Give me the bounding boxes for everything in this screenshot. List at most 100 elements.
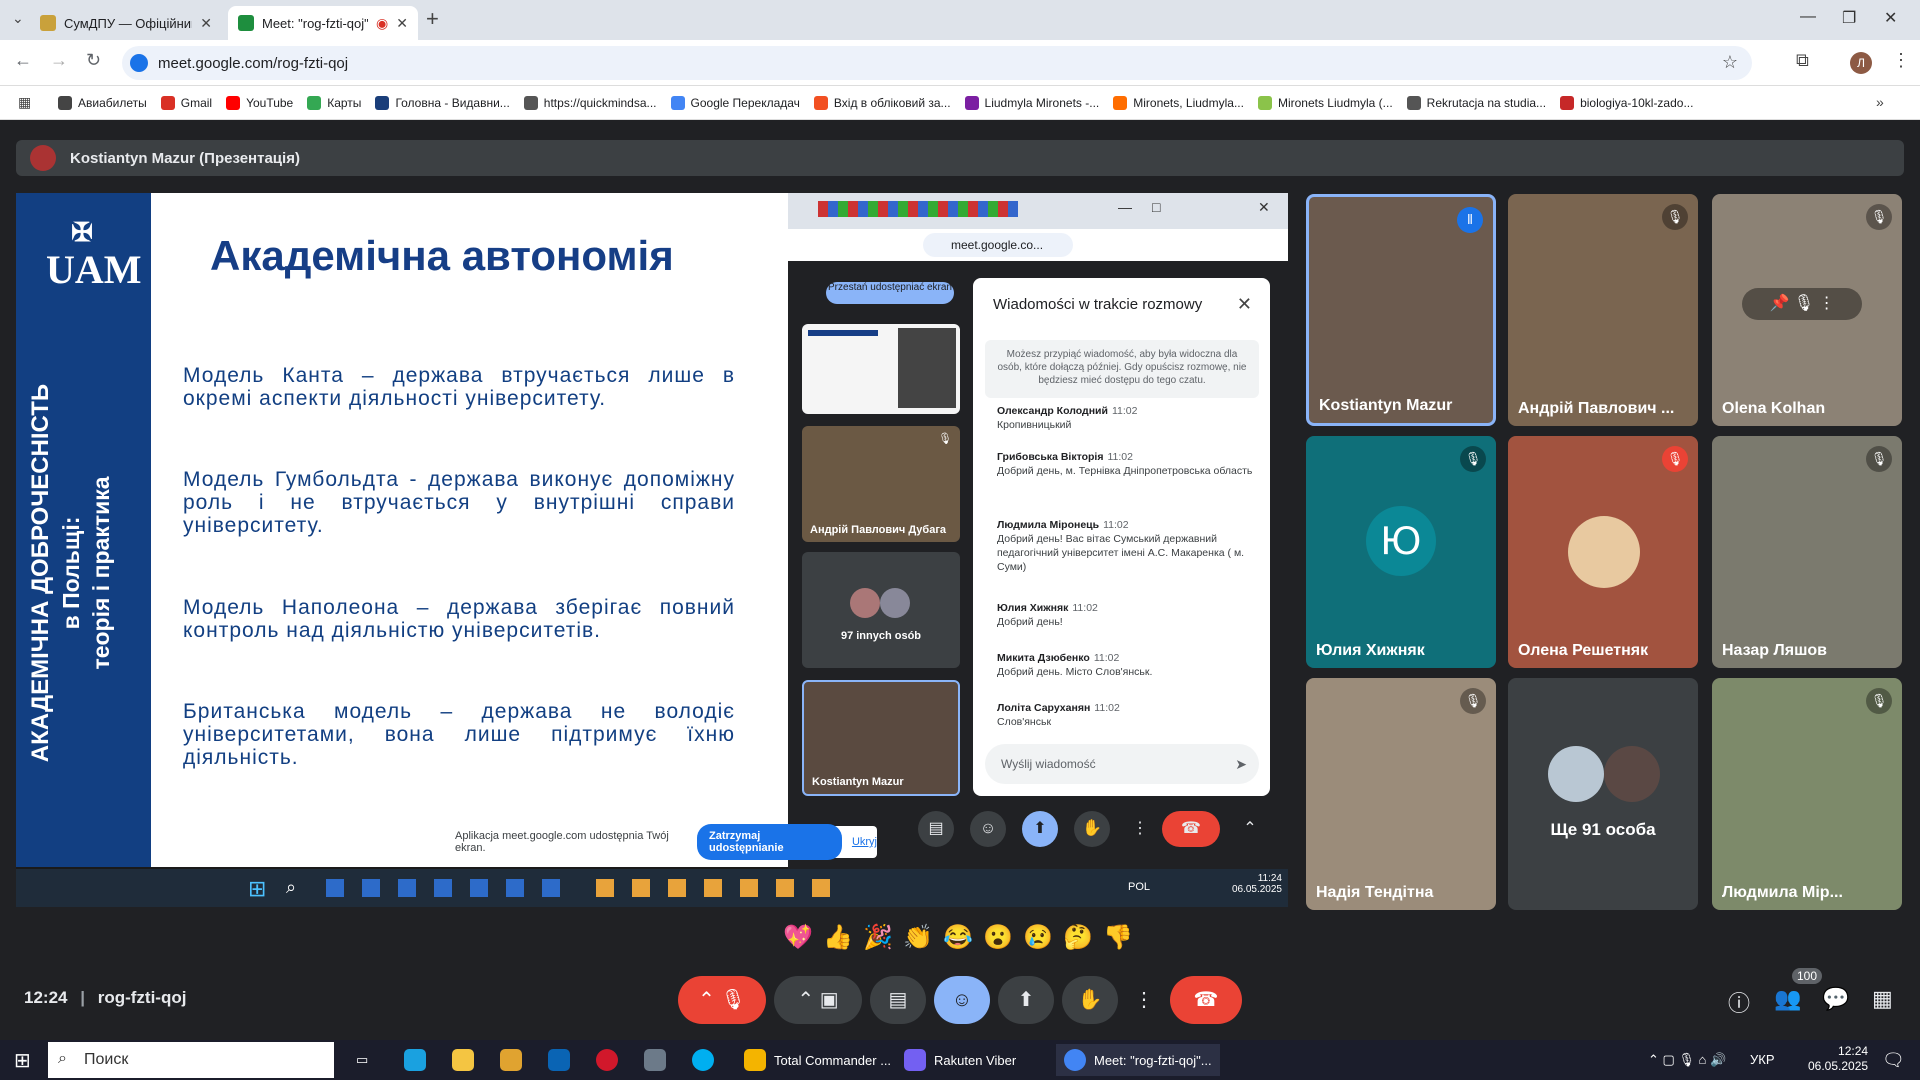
- site-favicon-icon: [40, 15, 56, 31]
- reaction-bar: 💖 👍 🎉 👏 😂 😮 😢 🤔 👎: [780, 920, 1140, 960]
- new-tab-icon[interactable]: +: [426, 6, 439, 32]
- reload-icon[interactable]: ↻: [86, 50, 101, 71]
- chat-input: Wyślij wiadomość ➤: [985, 744, 1259, 784]
- taskbar-app-chrome[interactable]: Meet: "rog-fzti-qoj"...: [1056, 1044, 1220, 1076]
- chevron-up-icon: ⌃: [1243, 820, 1257, 837]
- forward-icon[interactable]: →: [50, 50, 68, 71]
- more-bookmarks-icon[interactable]: »: [1876, 94, 1884, 110]
- taskbar-search[interactable]: ⌕ Поиск: [48, 1042, 334, 1078]
- store-icon[interactable]: [492, 1044, 530, 1076]
- restore-icon[interactable]: ❐: [1842, 8, 1856, 28]
- people-icon[interactable]: 👥: [1774, 986, 1801, 1012]
- bookmark[interactable]: YouTube: [226, 95, 293, 110]
- reaction-heart[interactable]: 💖: [780, 920, 816, 956]
- inner-tile-others: 97 innych osób: [802, 552, 960, 668]
- activities-icon[interactable]: ▦: [1872, 986, 1893, 1012]
- participant-tile[interactable]: 🎙 Андрій Павлович ...: [1508, 194, 1698, 426]
- viber-icon: [904, 1049, 926, 1071]
- bookmark[interactable]: Вхід в обліковий за...: [813, 95, 951, 110]
- outlook-icon[interactable]: [540, 1044, 578, 1076]
- reaction-sad[interactable]: 😢: [1020, 920, 1056, 956]
- close-tab-icon[interactable]: ✕: [200, 15, 212, 32]
- reactions-button[interactable]: ☺: [934, 976, 990, 1024]
- camera-toggle-button[interactable]: ⌃ ▣: [774, 976, 862, 1024]
- presenter-avatar: [30, 145, 56, 171]
- participant-tile[interactable]: 🎙 Назар Ляшов: [1712, 436, 1902, 668]
- opera-icon[interactable]: [588, 1044, 626, 1076]
- participant-tile[interactable]: 🎙 Ю Юлия Хижняк: [1306, 436, 1496, 668]
- tray-icons[interactable]: ⌃ ▢ 🎙 ⌂ 🔊: [1648, 1052, 1726, 1068]
- taskbar-app-total-commander[interactable]: Total Commander ...: [736, 1044, 899, 1076]
- bookmark[interactable]: Mironets, Liudmyla...: [1113, 95, 1244, 110]
- present-button[interactable]: ⬆: [998, 976, 1054, 1024]
- captions-icon: ▤: [918, 811, 954, 847]
- reaction-thumbs-up[interactable]: 👍: [820, 920, 856, 956]
- reaction-thinking[interactable]: 🤔: [1060, 920, 1096, 956]
- minimize-icon[interactable]: —: [1800, 8, 1816, 26]
- tab-meet[interactable]: Meet: "rog-fzti-qoj" ◉ ✕: [228, 6, 418, 40]
- task-view-icon[interactable]: ▭: [348, 1044, 376, 1076]
- tab-search-icon[interactable]: ⌄: [12, 10, 24, 27]
- bookmark[interactable]: Авиабилеты: [58, 95, 147, 110]
- bookmark[interactable]: Головна - Видавни...: [375, 95, 510, 110]
- globe-icon: [1406, 95, 1421, 110]
- leave-call-button[interactable]: ☎: [1170, 976, 1242, 1024]
- captions-button[interactable]: ▤: [870, 976, 926, 1024]
- participant-tile-others[interactable]: Ще 91 особа: [1508, 678, 1698, 910]
- more-options-button[interactable]: ⋮: [1126, 976, 1162, 1024]
- calculator-icon[interactable]: [636, 1044, 674, 1076]
- bookmark[interactable]: Rekrutacja na studia...: [1406, 95, 1546, 110]
- meeting-details-icon[interactable]: ⓘ: [1728, 986, 1750, 1018]
- chat-message: Олександр Колодний 11:02 Кропивницький: [997, 405, 1138, 431]
- language-indicator[interactable]: УКР: [1750, 1052, 1775, 1067]
- bookmark[interactable]: Gmail: [160, 95, 212, 110]
- reaction-laugh[interactable]: 😂: [940, 920, 976, 956]
- reaction-thumbs-down[interactable]: 👎: [1100, 920, 1136, 956]
- extensions-icon[interactable]: ⧉: [1796, 50, 1809, 71]
- chat-icon[interactable]: 💬: [1822, 986, 1849, 1012]
- bookmark[interactable]: Google Перекладач: [670, 95, 800, 110]
- edge-icon[interactable]: [396, 1044, 434, 1076]
- bookmark-star-icon[interactable]: ☆: [1722, 52, 1738, 73]
- participant-tile[interactable]: ⦀ Kostiantyn Mazur: [1306, 194, 1496, 426]
- participant-tile[interactable]: 🎙 Людмила Мір...: [1712, 678, 1902, 910]
- raise-hand-button[interactable]: ✋: [1062, 976, 1118, 1024]
- windows-start-icon[interactable]: ⊞: [14, 1048, 31, 1073]
- bookmark[interactable]: https://quickmindsa...: [523, 95, 657, 110]
- apps-grid-icon[interactable]: ▦: [18, 94, 31, 111]
- participant-tile[interactable]: 🎙 Надія Тендітна: [1306, 678, 1496, 910]
- site-info-icon[interactable]: [130, 54, 148, 72]
- tile-hover-actions[interactable]: 📌 🎙 ⋮: [1742, 288, 1862, 320]
- inner-tile-presentation: [802, 324, 960, 414]
- chat-message: Людмила Міронець 11:02 Добрий день! Вас ві…: [997, 519, 1245, 573]
- reaction-clap[interactable]: 👏: [900, 920, 936, 956]
- mic-toggle-button[interactable]: ⌃ 🎙: [678, 976, 766, 1024]
- taskbar-app-viber[interactable]: Rakuten Viber: [896, 1044, 1024, 1076]
- close-tab-icon[interactable]: ✕: [396, 15, 408, 32]
- reaction-party[interactable]: 🎉: [860, 920, 896, 956]
- reaction-surprised[interactable]: 😮: [980, 920, 1016, 956]
- participant-tile[interactable]: 🎙 Олена Решетняк: [1508, 436, 1698, 668]
- profile-avatar[interactable]: Л: [1850, 52, 1872, 74]
- bookmark[interactable]: Liudmyla Mironets -...: [964, 95, 1099, 110]
- skype-icon[interactable]: [684, 1044, 722, 1076]
- url-input[interactable]: meet.google.com/rog-fzti-qoj ☆: [122, 46, 1752, 80]
- participant-tile[interactable]: 🎙 📌 🎙 ⋮ Olena Kolhan: [1712, 194, 1902, 426]
- bookmark[interactable]: Mironets Liudmyla (...: [1257, 95, 1393, 110]
- mic-off-icon: 🎙: [1460, 446, 1486, 472]
- back-icon[interactable]: ←: [14, 50, 32, 71]
- tab-sumdpu[interactable]: СумДПУ — Офіційний сайт Су ✕: [30, 6, 222, 40]
- close-window-icon[interactable]: ✕: [1884, 8, 1897, 28]
- bookmark-icon: [58, 95, 72, 110]
- system-clock[interactable]: 12:24 06.05.2025: [1808, 1044, 1868, 1074]
- bookmark[interactable]: Карты: [307, 95, 361, 110]
- bookmark[interactable]: biologiya-10kl-zado...: [1560, 95, 1693, 110]
- notifications-icon[interactable]: 🗨: [1882, 1050, 1905, 1071]
- stop-sharing-button: Zatrzymaj udostępnianie: [697, 824, 842, 860]
- youtube-icon: [226, 95, 241, 110]
- taskbar-apps: [326, 879, 576, 897]
- menu-kebab-icon[interactable]: ⋮: [1892, 50, 1910, 71]
- globe-icon: [523, 95, 538, 110]
- bookmark-icon: [1257, 95, 1272, 110]
- file-explorer-icon[interactable]: [444, 1044, 482, 1076]
